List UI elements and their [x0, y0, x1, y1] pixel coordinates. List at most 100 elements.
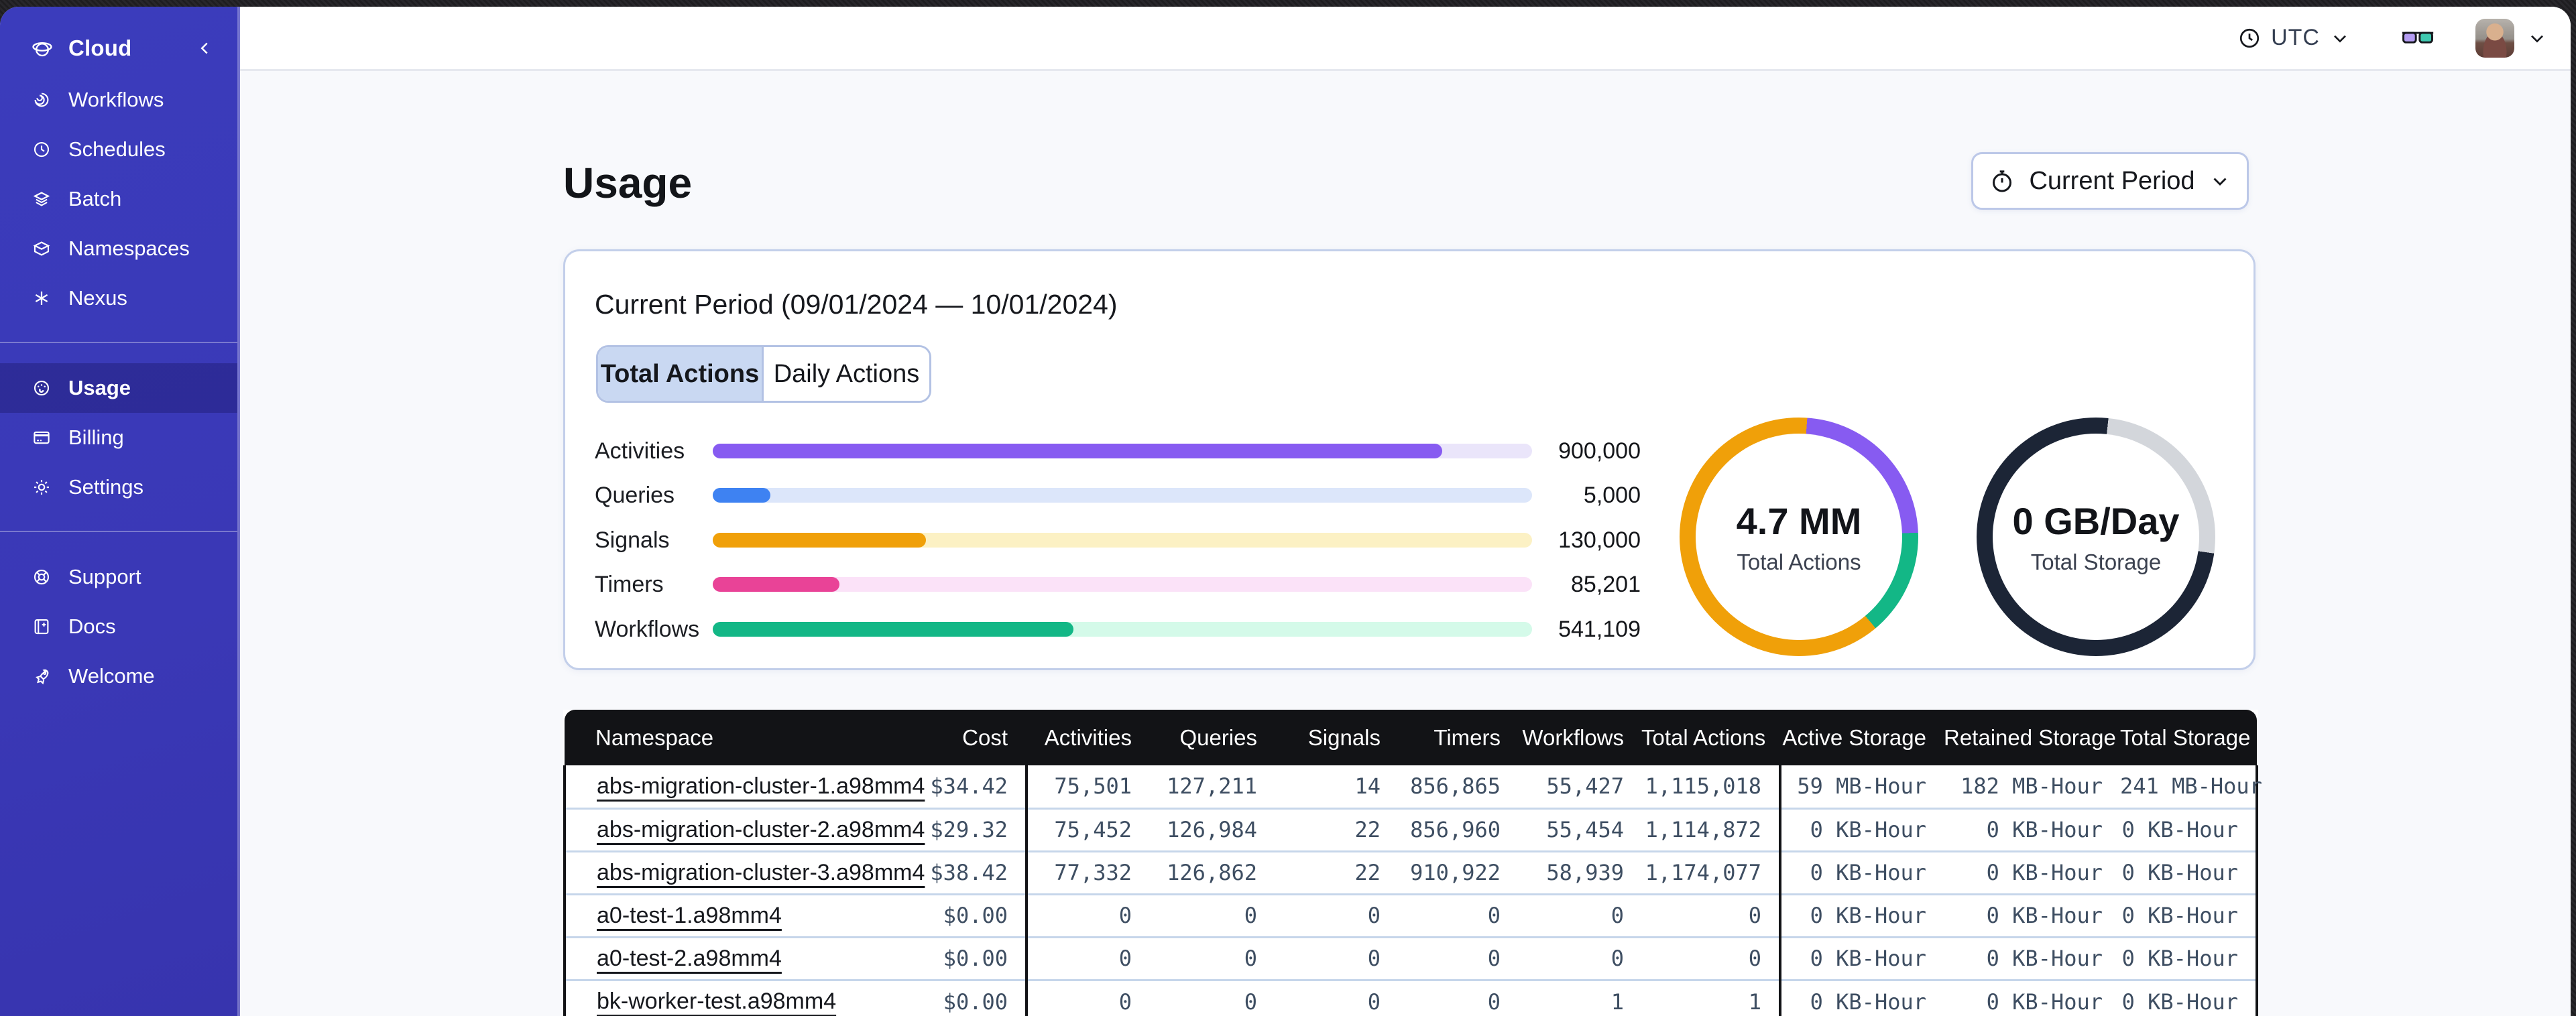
queries-cell: 127,211: [1167, 773, 1257, 800]
workflows-cell: 0: [1518, 936, 1641, 980]
bar-fill: [713, 577, 840, 592]
sidebar-header: Cloud: [0, 21, 237, 75]
bar-row-workflows: Workflows 541,109: [595, 615, 1641, 644]
sidebar-collapse-button[interactable]: [194, 38, 215, 58]
table-row: bk-worker-test.a98mm4 $0.00 0 0 0 0 1 1 …: [563, 978, 2258, 1016]
sidebar-item-namespaces[interactable]: Namespaces: [0, 224, 237, 273]
column-header-cost: Cost: [913, 710, 1027, 765]
timers-cell: 0: [1398, 978, 1518, 1016]
activities-cell: 75,452: [1025, 807, 1149, 851]
temporal-logo-icon: [31, 37, 54, 60]
total-actions-cell: 1,174,077: [1641, 850, 1780, 894]
desktop-background: Cloud Workflows Schedules Batch Namespac…: [0, 0, 2576, 1016]
column-header-retained-storage: Retained Storage: [1944, 710, 2120, 765]
bar-fill: [713, 444, 1442, 458]
namespace-cell: abs-migration-cluster-3.a98mm4: [563, 850, 925, 894]
bar-label: Timers: [595, 572, 664, 597]
total-actions-cell: 0: [1641, 893, 1780, 937]
sidebar-item-support[interactable]: Support: [0, 552, 237, 602]
bar-track: [713, 622, 1532, 637]
active-storage-cell: 0 KB-Hour: [1779, 978, 1944, 1016]
activities-cell: 0: [1025, 978, 1149, 1016]
queries-cell: 0: [1149, 893, 1275, 937]
sidebar-item-billing[interactable]: Billing: [0, 413, 237, 462]
tab-total-actions[interactable]: Total Actions: [598, 347, 764, 401]
total-actions-cell: 1,115,018: [1645, 773, 1761, 800]
donut-value: 4.7 MM: [1736, 499, 1862, 542]
tab-daily-actions[interactable]: Daily Actions: [764, 347, 929, 401]
labs-glasses-toggle[interactable]: [2400, 27, 2435, 50]
namespace-usage-table: Namespace Cost Activities Queries Signal…: [563, 710, 2262, 1016]
sidebar-item-docs[interactable]: Docs: [0, 602, 237, 651]
timers-cell: 0: [1398, 893, 1518, 937]
sidebar-item-label: Usage: [68, 376, 131, 399]
sidebar-divider: [0, 531, 237, 532]
sidebar-item-label: Billing: [68, 426, 124, 449]
active-storage-cell: 59 MB-Hour: [1779, 765, 1944, 808]
namespace-cell: a0-test-1.a98mm4: [563, 893, 913, 937]
sidebar-item-nexus[interactable]: Nexus: [0, 273, 237, 323]
column-header-total-actions: Total Actions: [1641, 710, 1780, 765]
workflows-cell: 0: [1518, 893, 1641, 937]
total-storage-cell: 0 KB-Hour: [2120, 893, 2258, 937]
bar-value: 130,000: [1558, 527, 1641, 553]
bar-value: 5,000: [1583, 483, 1641, 508]
table-header-row: Namespace Cost Activities Queries Signal…: [565, 710, 2257, 765]
bar-row-signals: Signals 130,000: [595, 525, 1641, 555]
cost-cell: $0.00: [913, 978, 1027, 1016]
active-storage-cell: 0 KB-Hour: [1779, 807, 1944, 851]
signals-cell: 0: [1275, 936, 1398, 980]
docs-icon: [31, 617, 52, 637]
namespace-link[interactable]: abs-migration-cluster-1.a98mm4: [597, 773, 925, 799]
namespace-link[interactable]: a0-test-1.a98mm4: [597, 903, 782, 928]
batch-icon: [31, 189, 52, 209]
sidebar-group-account: Usage Billing Settings: [0, 363, 237, 512]
bar-label: Queries: [595, 483, 675, 508]
workflows-cell: 58,939: [1518, 850, 1641, 894]
bar-track: [713, 488, 1532, 503]
sidebar-divider: [0, 342, 237, 343]
sidebar-item-label: Docs: [68, 615, 116, 638]
namespace-link[interactable]: abs-migration-cluster-3.a98mm4: [597, 860, 925, 885]
sidebar-item-usage[interactable]: Usage: [0, 363, 237, 413]
retained-storage-cell: 0 KB-Hour: [1944, 807, 2120, 851]
total-storage-cell: 0 KB-Hour: [2120, 807, 2258, 851]
signals-cell: 22: [1275, 850, 1398, 894]
workflows-icon: [31, 90, 52, 110]
schedules-icon: [31, 139, 52, 160]
queries-cell: 126,862: [1149, 850, 1275, 894]
table-row: a0-test-2.a98mm4 $0.00 0 0 0 0 0 0 0 KB-…: [563, 936, 2258, 980]
column-header-activities: Activities: [1025, 710, 1149, 765]
avatar[interactable]: [2475, 18, 2514, 58]
namespace-link[interactable]: a0-test-2.a98mm4: [597, 946, 782, 971]
timezone-label: UTC: [2271, 25, 2320, 50]
sidebar-item-label: Batch: [68, 187, 122, 210]
sidebar-item-schedules[interactable]: Schedules: [0, 125, 237, 174]
sidebar-item-label: Workflows: [68, 88, 164, 111]
timezone-selector[interactable]: UTC: [2237, 25, 2351, 51]
sidebar-item-workflows[interactable]: Workflows: [0, 75, 237, 125]
topbar: UTC: [240, 7, 2571, 71]
sidebar-item-label: Namespaces: [68, 237, 190, 260]
cost-cell: $0.00: [913, 936, 1027, 980]
sidebar-item-settings[interactable]: Settings: [0, 462, 237, 512]
retained-storage-cell: 0 KB-Hour: [1944, 936, 2120, 980]
total-actions-cell: 1: [1641, 978, 1780, 1016]
namespace-link[interactable]: abs-migration-cluster-2.a98mm4: [597, 817, 925, 842]
account-menu-button[interactable]: [2526, 27, 2548, 49]
namespace-link[interactable]: bk-worker-test.a98mm4: [597, 989, 836, 1014]
sidebar-item-label: Schedules: [68, 137, 166, 161]
current-period-card: Current Period (09/01/2024 — 10/01/2024)…: [563, 249, 2256, 670]
timers-cell: 0: [1398, 936, 1518, 980]
total-storage-donut-chart: 0 GB/Day Total Storage: [1977, 418, 2215, 656]
period-selector-button[interactable]: Current Period: [1971, 152, 2249, 210]
sidebar-item-batch[interactable]: Batch: [0, 174, 237, 224]
donut-center: 0 GB/Day Total Storage: [1993, 434, 2199, 640]
activities-cell: 75,501: [1025, 765, 1149, 808]
signals-cell: 0: [1275, 978, 1398, 1016]
column-header-queries: Queries: [1149, 710, 1275, 765]
glasses-icon: [2400, 27, 2435, 50]
actions-tab-group: Total Actions Daily Actions: [596, 345, 931, 403]
nexus-icon: [31, 288, 52, 308]
sidebar-item-welcome[interactable]: Welcome: [0, 651, 237, 701]
